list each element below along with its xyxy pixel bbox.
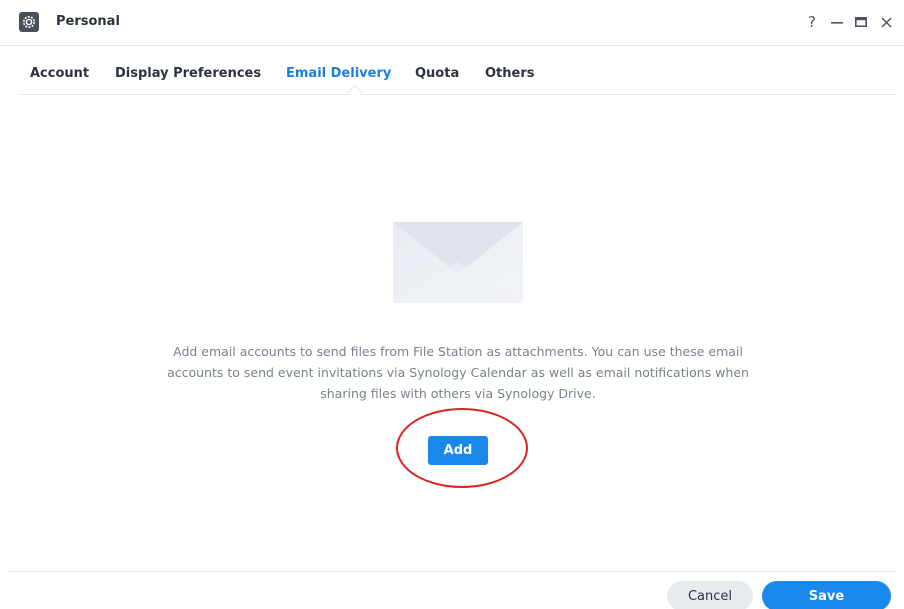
window-title: Personal — [56, 14, 120, 29]
minimize-icon — [831, 22, 843, 24]
active-tab-indicator — [347, 84, 363, 100]
tab-display-preferences[interactable]: Display Preferences — [115, 66, 261, 81]
tab-bar: Account Display Preferences Email Delive… — [20, 46, 895, 100]
settings-gear-icon — [19, 12, 39, 32]
save-button[interactable]: Save — [762, 581, 891, 609]
description-line: accounts to send event invitations via S… — [167, 365, 749, 380]
title-bar: Personal ? — [0, 0, 904, 46]
add-email-account-button[interactable]: Add — [428, 436, 488, 465]
tab-others[interactable]: Others — [485, 66, 535, 81]
maximize-icon — [855, 16, 867, 27]
personal-window: Personal ? Account Display Preferences E… — [0, 0, 904, 609]
cancel-button[interactable]: Cancel — [667, 581, 753, 609]
envelope-icon — [393, 222, 523, 303]
maximize-button[interactable] — [850, 11, 872, 33]
help-button[interactable]: ? — [801, 11, 823, 33]
tab-account[interactable]: Account — [30, 66, 89, 81]
tab-quota[interactable]: Quota — [415, 66, 459, 81]
description-line: sharing files with others via Synology D… — [320, 386, 596, 401]
minimize-button[interactable] — [826, 11, 848, 33]
close-button[interactable] — [875, 11, 897, 33]
close-icon — [880, 16, 892, 28]
tab-email-delivery[interactable]: Email Delivery — [286, 66, 391, 81]
email-delivery-description: Add email accounts to send files from Fi… — [118, 341, 798, 404]
description-line: Add email accounts to send files from Fi… — [173, 344, 743, 359]
